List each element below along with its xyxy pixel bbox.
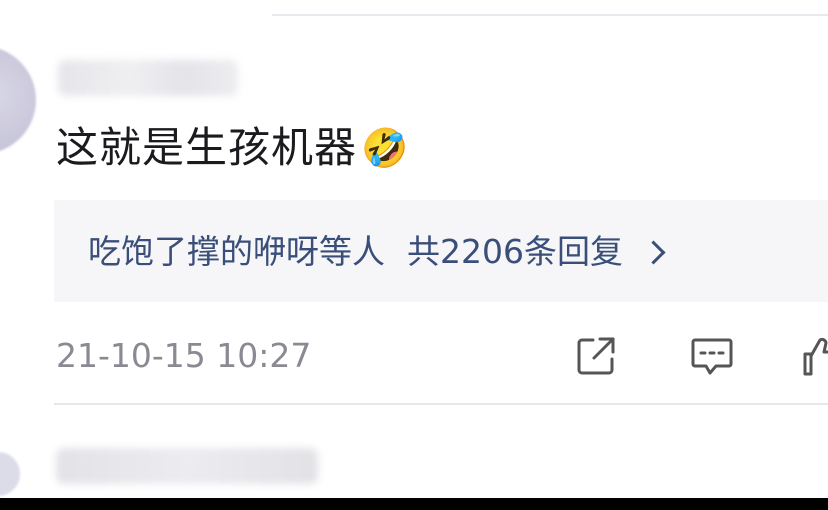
- username-blurred[interactable]: [58, 60, 238, 96]
- laughing-crying-emoji-icon: 🤣: [361, 126, 410, 170]
- avatar[interactable]: [0, 46, 36, 154]
- chevron-right-icon: [641, 239, 666, 265]
- share-icon: [577, 337, 615, 375]
- share-button[interactable]: [574, 334, 618, 378]
- comment-button[interactable]: [690, 334, 734, 378]
- comment-timestamp: 21-10-15 10:27: [56, 336, 312, 375]
- bottom-black-bar: [0, 498, 828, 510]
- replies-link[interactable]: 吃饱了撑的咿呀等人 共2206条回复: [88, 230, 666, 274]
- top-divider: [272, 14, 828, 16]
- comment-text: 这就是生孩机器: [56, 123, 358, 172]
- reply-count: 共2206条回复: [407, 232, 623, 271]
- like-button[interactable]: [802, 334, 828, 378]
- next-comment-avatar[interactable]: [0, 452, 20, 496]
- replies-preview[interactable]: 吃饱了撑的咿呀等人 共2206条回复: [54, 200, 828, 302]
- comment-screen: 这就是生孩机器 🤣 吃饱了撑的咿呀等人 共2206条回复 21-10-15 10…: [0, 0, 828, 510]
- comment-body[interactable]: 这就是生孩机器 🤣: [56, 122, 410, 174]
- like-icon: [803, 337, 828, 376]
- comment-divider: [54, 403, 828, 405]
- comment-icon: [691, 338, 733, 375]
- next-username-blurred[interactable]: [56, 448, 318, 484]
- replier-names: 吃饱了撑的咿呀等人: [88, 232, 385, 271]
